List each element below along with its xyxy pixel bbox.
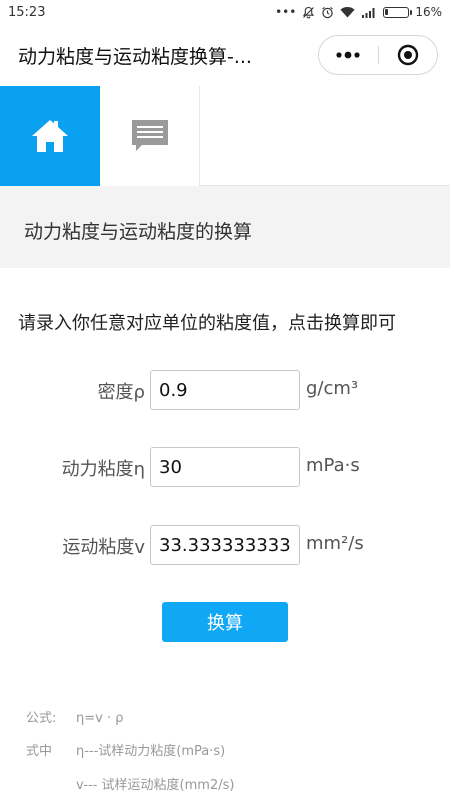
formula-line: 公式: η=v · ρ xyxy=(26,707,123,726)
dynamic-viscosity-input[interactable] xyxy=(150,447,300,487)
tab-bar xyxy=(0,86,450,186)
battery-icon xyxy=(383,6,413,18)
density-input[interactable] xyxy=(150,370,300,410)
wifi-icon xyxy=(340,6,355,18)
status-icons: ••• 16% xyxy=(275,5,442,19)
dynamic-viscosity-row: 动力粘度η mPa·s xyxy=(0,447,450,487)
more-dots-icon xyxy=(336,51,360,59)
section-header: 动力粘度与运动粘度的换算 xyxy=(0,186,450,268)
dynamic-viscosity-label: 动力粘度η xyxy=(61,459,145,480)
kinematic-viscosity-label: 运动粘度v xyxy=(62,537,145,558)
density-label: 密度ρ xyxy=(97,382,145,403)
kinematic-viscosity-unit: mm²/s xyxy=(306,533,364,554)
close-miniprogram-button[interactable] xyxy=(379,36,437,74)
more-dots-icon: ••• xyxy=(275,5,297,19)
alarm-icon xyxy=(322,6,334,18)
page-title: 动力粘度与运动粘度换算-... xyxy=(18,46,252,68)
message-icon xyxy=(131,120,168,151)
formula-eta-description: η---试样动力粘度(mPa·s) xyxy=(76,744,226,759)
more-menu-button[interactable] xyxy=(319,36,377,74)
home-icon xyxy=(32,120,68,152)
kinematic-viscosity-input[interactable] xyxy=(150,525,300,565)
signal-icon xyxy=(362,7,375,18)
tab-home[interactable] xyxy=(0,86,100,186)
section-title: 动力粘度与运动粘度的换算 xyxy=(24,221,253,243)
mute-icon xyxy=(303,6,315,18)
density-unit: g/cm³ xyxy=(306,378,359,399)
target-icon xyxy=(397,44,419,66)
tab-messages[interactable] xyxy=(100,86,200,186)
battery-percent: 16% xyxy=(415,5,442,19)
formula-expression: η=v · ρ xyxy=(76,711,124,726)
dynamic-viscosity-unit: mPa·s xyxy=(306,455,360,476)
status-bar: 15:23 ••• 16% xyxy=(0,0,450,26)
convert-button[interactable]: 换算 xyxy=(162,602,288,642)
kinematic-viscosity-row: 运动粘度v mm²/s xyxy=(0,525,450,565)
formula-label: 公式: xyxy=(26,711,57,726)
density-row: 密度ρ g/cm³ xyxy=(0,370,450,410)
formula-where-line: 式中 η---试样动力粘度(mPa·s) xyxy=(26,740,225,759)
menu-capsule xyxy=(318,35,438,75)
formula-v-line: v--- 试样运动粘度(mm2/s) xyxy=(26,774,234,793)
formula-where-label: 式中 xyxy=(26,744,53,759)
status-time: 15:23 xyxy=(8,5,46,20)
nav-header: 动力粘度与运动粘度换算-... xyxy=(0,26,450,86)
formula-v-description: v--- 试样运动粘度(mm2/s) xyxy=(76,778,235,793)
instruction-text: 请录入你任意对应单位的粘度值，点击换算即可 xyxy=(18,313,396,334)
